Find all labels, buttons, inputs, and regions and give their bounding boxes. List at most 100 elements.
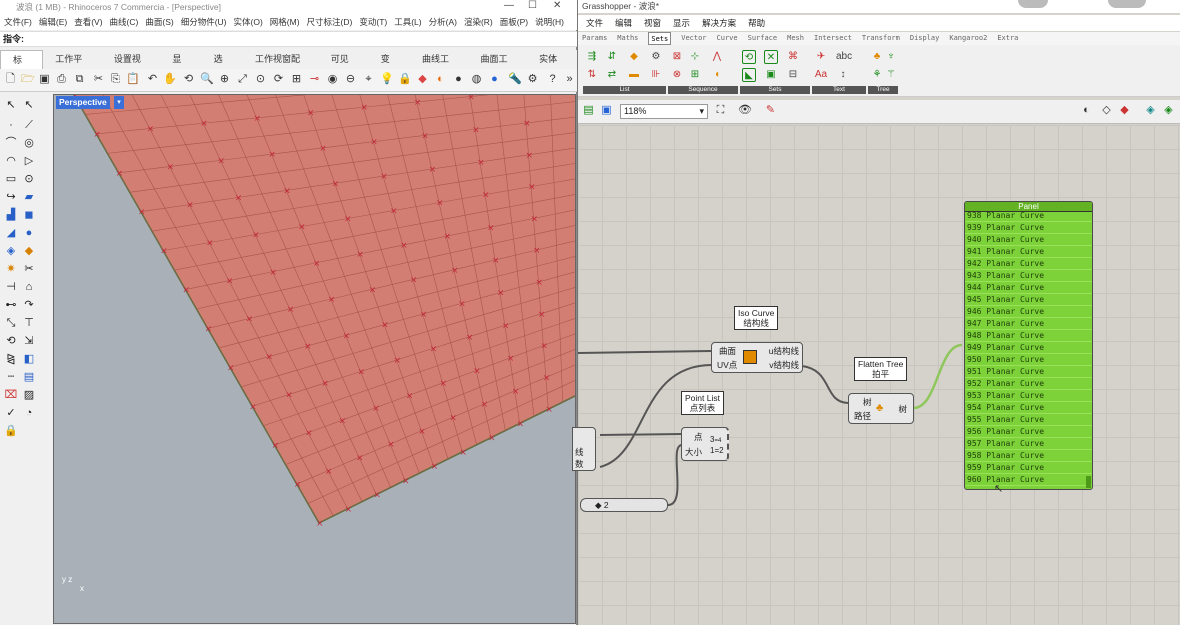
gh-tab[interactable]: Intersect xyxy=(814,32,852,45)
rotate-icon[interactable]: ⟲ xyxy=(4,334,18,348)
circle-icon[interactable]: ◎ xyxy=(22,136,36,150)
render-tool-icon[interactable]: ◔ xyxy=(22,406,36,420)
lock-icon[interactable]: 🔒 xyxy=(398,73,412,86)
light-icon[interactable]: 💡 xyxy=(380,73,394,86)
input-size[interactable]: 大小 xyxy=(685,446,702,458)
undo-icon[interactable]: ↶ xyxy=(146,73,159,86)
help-icon[interactable]: ? xyxy=(546,73,559,86)
menu-item[interactable]: 编辑(E) xyxy=(39,14,67,30)
preview-wire-icon[interactable]: ◐ xyxy=(1080,104,1093,117)
minimize-icon[interactable]: — xyxy=(504,0,514,11)
cull-icon[interactable]: ⊠ xyxy=(670,50,684,64)
freeform-icon[interactable]: ↪ xyxy=(4,190,18,204)
tab[interactable]: 曲线工具 xyxy=(410,50,469,83)
block-icon[interactable]: ▤ xyxy=(22,370,36,384)
series-icon[interactable]: ⋀ xyxy=(710,50,724,64)
gh-menu-item[interactable]: 视窗 xyxy=(644,15,661,31)
gh-menu-item[interactable]: 解决方案 xyxy=(702,15,736,31)
tab[interactable]: 变动 xyxy=(369,50,410,83)
viewport-menu-icon[interactable]: ▾ xyxy=(114,96,124,109)
tab-standard[interactable]: 标准 xyxy=(0,50,44,84)
list-component-partial[interactable]: 线 数 xyxy=(572,427,596,471)
trim-icon[interactable]: ✂ xyxy=(22,262,36,276)
gh-tab[interactable]: Maths xyxy=(617,32,638,45)
fillet-icon[interactable]: ⌂ xyxy=(22,280,36,294)
command-line[interactable]: 指令: xyxy=(0,31,577,47)
rotate-view-icon[interactable]: ⟲ xyxy=(182,73,195,86)
menu-item[interactable]: 工具(L) xyxy=(394,14,421,30)
tree-branch-icon[interactable]: ⚚ xyxy=(884,68,898,82)
zoom-selected-icon[interactable]: ⊙ xyxy=(254,73,267,86)
maximize-icon[interactable]: ☐ xyxy=(528,0,537,11)
layer-icon[interactable]: ◆ xyxy=(416,73,429,86)
named-view-icon[interactable]: ⊖ xyxy=(344,73,357,86)
gh-tab[interactable]: Mesh xyxy=(787,32,804,45)
menu-item[interactable]: 说明(H) xyxy=(535,14,564,30)
select-points-icon[interactable]: ↖ xyxy=(22,98,36,112)
box-icon[interactable]: ◼ xyxy=(22,208,36,222)
list-length-icon[interactable]: ⇵ xyxy=(605,50,619,64)
tree-split-icon[interactable]: ⚘ xyxy=(870,68,884,82)
gh-menu-item[interactable]: 文件 xyxy=(586,15,603,31)
gh-tab[interactable]: Display xyxy=(910,32,940,45)
menu-item[interactable]: 细分物件(U) xyxy=(181,14,227,30)
input-points[interactable]: 点 xyxy=(694,431,703,443)
menu-item[interactable]: 文件(F) xyxy=(4,14,32,30)
tree-graft-icon[interactable]: ♣ xyxy=(870,50,884,64)
copy-icon[interactable]: ⎘ xyxy=(109,73,122,86)
split-icon[interactable]: ⊣ xyxy=(4,280,18,294)
viewport-icon[interactable]: ⟳ xyxy=(272,73,285,86)
dimension-icon[interactable]: ┄ xyxy=(4,370,18,384)
text-join-icon[interactable]: ✈ xyxy=(814,50,828,64)
grid-icon[interactable]: ⊞ xyxy=(290,73,303,86)
tab[interactable]: 选取 xyxy=(202,50,243,83)
new-file-icon[interactable]: 🗋 xyxy=(4,73,17,86)
gh-canvas[interactable]: 线 数 ◆ 2 Iso Curve 结构线 曲面 UV点 u结构线 v结构线 Fl… xyxy=(572,125,1180,625)
weave-icon[interactable]: ◖ xyxy=(710,68,724,82)
render-sphere-icon[interactable]: ● xyxy=(452,73,465,86)
preview-selected-icon[interactable]: ◆ xyxy=(1118,104,1131,117)
tab[interactable]: 显示 xyxy=(160,50,201,83)
rectangle-icon[interactable]: ▭ xyxy=(4,172,18,186)
set-union-icon[interactable]: ⟲ xyxy=(742,50,756,64)
menu-item[interactable]: 渲染(R) xyxy=(464,14,493,30)
zoom-select[interactable]: 118% ▾ xyxy=(620,104,708,119)
extrude-icon[interactable]: ▟ xyxy=(4,208,18,222)
gh-tab[interactable]: Extra xyxy=(997,32,1018,45)
menu-item[interactable]: 曲线(C) xyxy=(110,14,139,30)
boolean-icon[interactable]: ◆ xyxy=(22,244,36,258)
output-tree[interactable]: 树 xyxy=(898,403,907,415)
point-list-component[interactable]: 点 大小 3=4 1=2 xyxy=(681,427,729,461)
split-list-icon[interactable]: ▬ xyxy=(627,68,641,82)
scale-icon[interactable]: ⇲ xyxy=(22,334,36,348)
input-path[interactable]: 路径 xyxy=(854,410,871,422)
reverse-list-icon[interactable]: ⇅ xyxy=(585,68,599,82)
menu-item[interactable]: 尺寸标注(D) xyxy=(307,14,353,30)
open-folder-icon[interactable]: 🗁 xyxy=(21,73,35,86)
output-v[interactable]: v结构线 xyxy=(769,359,799,371)
options-icon[interactable]: ⚙ xyxy=(526,73,539,86)
text-split-icon[interactable]: abc xyxy=(836,50,852,64)
gh-menu-item[interactable]: 编辑 xyxy=(615,15,632,31)
cut-icon[interactable]: ✂ xyxy=(92,73,105,86)
sphere-icon[interactable]: ● xyxy=(22,226,36,240)
print-icon[interactable]: ⎙ xyxy=(55,73,68,86)
tab[interactable]: 实体工 xyxy=(527,50,577,83)
select-icon[interactable]: ⌖ xyxy=(362,73,375,86)
gh-tab[interactable]: Params xyxy=(582,32,607,45)
output-u[interactable]: u结构线 xyxy=(769,345,799,357)
menu-item[interactable]: 分析(A) xyxy=(429,14,457,30)
menu-item[interactable]: 网格(M) xyxy=(270,14,300,30)
point-icon[interactable]: · xyxy=(4,118,18,132)
gh-menu-item[interactable]: 帮助 xyxy=(748,15,765,31)
tree-flatten-icon[interactable]: ♆ xyxy=(884,50,898,64)
range-icon[interactable]: ⊞ xyxy=(688,68,702,82)
save-icon[interactable]: ▣ xyxy=(38,73,51,86)
gh-menu-item[interactable]: 显示 xyxy=(673,15,690,31)
gh-save-icon[interactable]: ▣ xyxy=(600,104,613,117)
tab[interactable]: 曲面工具 xyxy=(469,50,528,83)
random-icon[interactable]: ⊗ xyxy=(670,68,684,82)
gh-tab[interactable]: Surface xyxy=(748,32,778,45)
replace-members-icon[interactable]: ▣ xyxy=(764,68,778,82)
zoom-extents-icon[interactable]: ⛶ xyxy=(714,104,727,117)
